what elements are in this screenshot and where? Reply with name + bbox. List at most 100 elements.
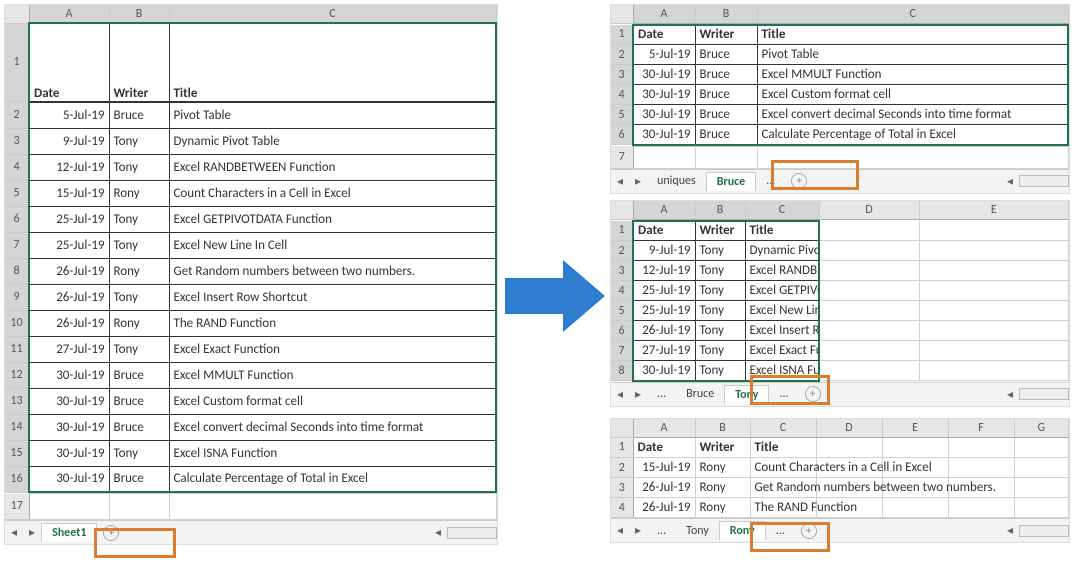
cell-empty[interactable] bbox=[948, 498, 1014, 518]
cell-title[interactable]: Count Characters in a Cell in Excel bbox=[169, 180, 496, 206]
row-header-6[interactable]: 6 bbox=[611, 321, 633, 341]
cell-empty[interactable] bbox=[882, 438, 948, 458]
col-header-a[interactable]: A bbox=[633, 5, 695, 23]
row-header-9[interactable]: 9 bbox=[5, 284, 29, 310]
cell-header-title[interactable]: Title bbox=[169, 23, 496, 101]
cell-date[interactable]: 25-Jul-19 bbox=[29, 206, 109, 232]
row-header-2[interactable]: 2 bbox=[611, 458, 633, 478]
cell-date[interactable]: 26-Jul-19 bbox=[633, 321, 695, 341]
tab-more-icon[interactable]: ... bbox=[647, 385, 676, 403]
cell-title[interactable]: Get Random numbers between two numbers. bbox=[750, 478, 816, 498]
cell-empty[interactable] bbox=[819, 341, 919, 361]
cell-writer[interactable]: Tony bbox=[695, 301, 745, 321]
row-header-10[interactable]: 10 bbox=[5, 310, 29, 336]
cell-writer[interactable]: Tony bbox=[109, 154, 169, 180]
cell-title[interactable]: Pivot Table bbox=[169, 102, 496, 128]
cell-date[interactable]: 27-Jul-19 bbox=[29, 336, 109, 362]
tab-uniques[interactable]: uniques bbox=[647, 172, 706, 190]
tab-more-icon[interactable]: ... bbox=[766, 522, 795, 540]
cell-date[interactable]: 5-Jul-19 bbox=[29, 102, 109, 128]
select-all-corner[interactable] bbox=[611, 201, 633, 219]
cell-title[interactable]: Excel GETPIVOTDATA Function bbox=[745, 281, 819, 301]
tab-more-icon[interactable]: ... bbox=[647, 522, 676, 540]
cell-date[interactable]: 30-Jul-19 bbox=[633, 105, 695, 125]
tab-bruce[interactable]: Bruce bbox=[706, 172, 757, 191]
cell-empty[interactable] bbox=[1014, 498, 1069, 518]
scroll-left-icon[interactable]: ◂ bbox=[1001, 174, 1019, 189]
col-header-b[interactable]: B bbox=[695, 5, 757, 23]
row-header-5[interactable]: 5 bbox=[5, 180, 29, 206]
tab-nav-first-icon[interactable]: ◂ bbox=[611, 523, 629, 538]
col-header-a[interactable]: A bbox=[633, 201, 695, 219]
row-header-6[interactable]: 6 bbox=[611, 125, 633, 145]
cell-writer[interactable]: Tony bbox=[695, 341, 745, 361]
cell-title[interactable]: Excel Exact Function bbox=[169, 336, 496, 362]
cell-title[interactable]: Dynamic Pivot Table bbox=[169, 128, 496, 154]
scrollbar-horizontal[interactable] bbox=[1019, 388, 1069, 400]
cell-date[interactable]: 12-Jul-19 bbox=[633, 261, 695, 281]
cell-writer[interactable]: Tony bbox=[109, 206, 169, 232]
select-all-corner[interactable] bbox=[611, 5, 633, 23]
cell-title[interactable]: The RAND Function bbox=[169, 310, 496, 336]
cell-writer[interactable]: Bruce bbox=[109, 102, 169, 128]
tab-nav-first-icon[interactable]: ◂ bbox=[611, 174, 629, 189]
row-header-4[interactable]: 4 bbox=[5, 154, 29, 180]
row-header-5[interactable]: 5 bbox=[611, 301, 633, 321]
tab-nav-first-icon[interactable]: ◂ bbox=[5, 525, 23, 540]
cell-date[interactable]: 9-Jul-19 bbox=[29, 128, 109, 154]
cell-title[interactable]: Excel Custom format cell bbox=[169, 388, 496, 414]
cell-title[interactable]: Excel ISNA Function bbox=[169, 440, 496, 466]
row-header-15[interactable]: 15 bbox=[5, 440, 29, 466]
cell-writer[interactable]: Tony bbox=[109, 440, 169, 466]
cell-empty[interactable] bbox=[919, 281, 1069, 301]
cell-date[interactable]: 25-Jul-19 bbox=[29, 232, 109, 258]
cell-empty[interactable] bbox=[695, 146, 757, 168]
tab-tony[interactable]: Tony bbox=[676, 522, 719, 540]
cell-writer[interactable]: Tony bbox=[109, 336, 169, 362]
cell-title[interactable]: Excel GETPIVOTDATA Function bbox=[169, 206, 496, 232]
cell-title[interactable]: Excel convert decimal Seconds into time … bbox=[169, 414, 496, 440]
cell-title[interactable]: Calculate Percentage of Total in Excel bbox=[757, 125, 1068, 145]
row-header-2[interactable]: 2 bbox=[5, 102, 29, 128]
cell-date[interactable]: 9-Jul-19 bbox=[633, 241, 695, 261]
cell-date[interactable]: 30-Jul-19 bbox=[633, 125, 695, 145]
col-header-b[interactable]: B bbox=[695, 419, 750, 437]
cell-header-writer[interactable]: Writer bbox=[695, 221, 745, 241]
cell-title[interactable]: Excel ISNA Function bbox=[745, 361, 819, 381]
cell-empty[interactable] bbox=[919, 321, 1069, 341]
cell-header-date[interactable]: Date bbox=[633, 25, 695, 45]
row-header-7[interactable]: 7 bbox=[611, 341, 633, 361]
row-header-1[interactable]: 1 bbox=[611, 438, 633, 458]
cell-date[interactable]: 25-Jul-19 bbox=[633, 281, 695, 301]
cell-date[interactable]: 26-Jul-19 bbox=[633, 498, 695, 518]
tab-nav-first-icon[interactable]: ◂ bbox=[611, 387, 629, 402]
col-header-a[interactable]: A bbox=[29, 5, 109, 23]
cell-empty[interactable] bbox=[109, 494, 169, 520]
row-header-7[interactable]: 7 bbox=[611, 146, 633, 168]
cell-header-date[interactable]: Date bbox=[633, 438, 695, 458]
cell-title[interactable]: Excel New Line In Cell bbox=[745, 301, 819, 321]
cell-date[interactable]: 26-Jul-19 bbox=[29, 258, 109, 284]
cell-date[interactable]: 26-Jul-19 bbox=[29, 284, 109, 310]
cell-date[interactable]: 30-Jul-19 bbox=[29, 362, 109, 388]
cell-writer[interactable]: Rony bbox=[109, 258, 169, 284]
cell-title[interactable]: The RAND Function bbox=[750, 498, 816, 518]
cell-writer[interactable]: Rony bbox=[109, 180, 169, 206]
col-header-c[interactable]: C bbox=[745, 201, 819, 219]
cell-date[interactable]: 25-Jul-19 bbox=[633, 301, 695, 321]
cell-header-writer[interactable]: Writer bbox=[695, 25, 757, 45]
cell-date[interactable]: 30-Jul-19 bbox=[29, 388, 109, 414]
row-header-1[interactable]: 1 bbox=[5, 23, 29, 101]
cell-empty[interactable] bbox=[819, 361, 919, 381]
cell-date[interactable]: 30-Jul-19 bbox=[29, 466, 109, 492]
col-header-g[interactable]: G bbox=[1014, 419, 1069, 437]
cell-date[interactable]: 12-Jul-19 bbox=[29, 154, 109, 180]
cell-title[interactable]: Excel convert decimal Seconds into time … bbox=[757, 105, 1068, 125]
cell-title[interactable]: Calculate Percentage of Total in Excel bbox=[169, 466, 496, 492]
row-header-3[interactable]: 3 bbox=[5, 128, 29, 154]
cell-header-title[interactable]: Title bbox=[757, 25, 1068, 45]
row-header-2[interactable]: 2 bbox=[611, 45, 633, 65]
row-header-4[interactable]: 4 bbox=[611, 498, 633, 518]
tab-add-icon[interactable]: + bbox=[805, 386, 821, 402]
cell-empty[interactable] bbox=[1014, 438, 1069, 458]
